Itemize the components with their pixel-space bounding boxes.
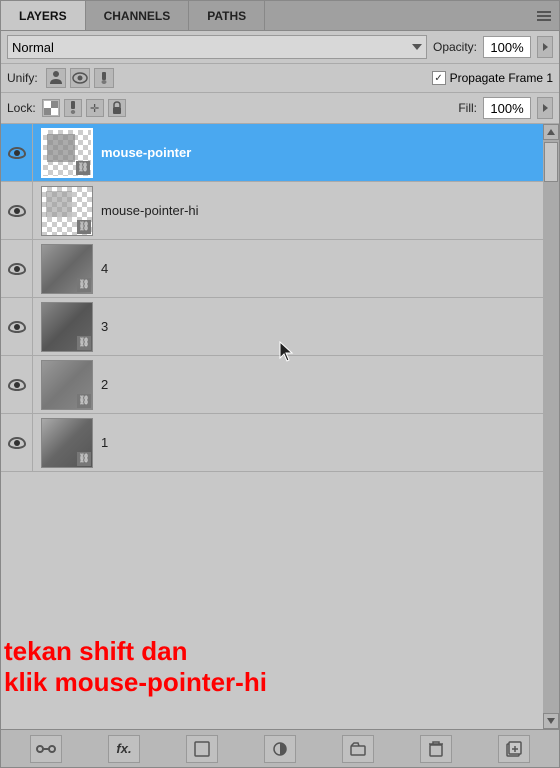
propagate-section: ✓ Propagate Frame 1 — [432, 71, 553, 85]
blend-row: Normal Opacity: 100% — [1, 31, 559, 64]
new-layer-button[interactable] — [498, 735, 530, 763]
unify-label: Unify: — [7, 71, 38, 85]
layer-item[interactable]: ⛓ 2 — [1, 356, 543, 414]
layer-visibility-toggle[interactable] — [1, 298, 33, 356]
unify-brush-icon[interactable] — [94, 68, 114, 88]
new-group-button[interactable] — [342, 735, 374, 763]
layer-item[interactable]: ⛓ mouse-pointer — [1, 124, 543, 182]
layer-list-container: ⛓ mouse-pointer ⛓ mouse-pointer-hi — [1, 124, 559, 729]
opacity-input[interactable]: 100% — [483, 36, 531, 58]
link-layers-button[interactable] — [30, 735, 62, 763]
tab-layers[interactable]: LAYERS — [1, 1, 86, 30]
eye-pupil — [14, 382, 20, 388]
fill-arrow-icon — [543, 104, 548, 112]
layer-thumbnail: ⛓ — [41, 360, 93, 410]
fill-input[interactable]: 100% — [483, 97, 531, 119]
layer-link-icon: ⛓ — [77, 220, 91, 234]
panel-menu-icon[interactable] — [537, 9, 553, 23]
delete-layer-button[interactable] — [420, 735, 452, 763]
layer-visibility-toggle[interactable] — [1, 240, 33, 298]
eye-pupil — [14, 266, 20, 272]
bottom-toolbar: fx. — [1, 729, 559, 767]
layer-link-icon: ⛓ — [76, 161, 90, 175]
blend-mode-dropdown[interactable]: Normal — [7, 35, 427, 59]
layer-thumbnail: ⛓ — [41, 128, 93, 178]
layer-name: 3 — [101, 319, 543, 334]
layer-link-icon: ⛓ — [77, 394, 91, 408]
unify-eye-icon[interactable] — [70, 68, 90, 88]
adjustment-layer-button[interactable] — [264, 735, 296, 763]
layer-visibility-toggle[interactable] — [1, 356, 33, 414]
fill-label: Fill: — [458, 101, 477, 115]
eye-pupil — [14, 150, 20, 156]
fill-section: Fill: 100% — [458, 97, 553, 119]
layer-link-icon: ⛓ — [77, 278, 91, 292]
layer-name: mouse-pointer-hi — [101, 203, 543, 218]
propagate-label: Propagate Frame 1 — [450, 71, 553, 85]
layer-link-icon: ⛓ — [77, 452, 91, 466]
eye-pupil — [14, 324, 20, 330]
dropdown-arrow-icon — [412, 44, 422, 50]
opacity-arrow-icon — [543, 43, 548, 51]
layer-thumbnail: ⛓ — [41, 244, 93, 294]
layer-thumbnail: ⛓ — [41, 186, 93, 236]
layer-thumbnail: ⛓ — [41, 302, 93, 352]
unify-row: Unify: ✓ Propagate Frame 1 — [1, 64, 559, 93]
layer-item[interactable]: ⛓ 3 — [1, 298, 543, 356]
new-fill-layer-button[interactable] — [186, 735, 218, 763]
layer-visibility-toggle[interactable] — [1, 124, 33, 182]
propagate-checkbox[interactable]: ✓ — [432, 71, 446, 85]
layer-name: mouse-pointer — [101, 145, 543, 160]
eye-icon — [8, 437, 26, 449]
layer-name: 1 — [101, 435, 543, 450]
layer-item[interactable]: ⛓ 4 — [1, 240, 543, 298]
layer-item[interactable]: ⛓ mouse-pointer-hi — [1, 182, 543, 240]
fx-button[interactable]: fx. — [108, 735, 140, 763]
tab-channels[interactable]: CHANNELS — [86, 1, 190, 30]
opacity-label: Opacity: — [433, 40, 477, 54]
scrollbar — [543, 124, 559, 729]
lock-move-icon[interactable]: ✛ — [86, 99, 104, 117]
opacity-arrow-button[interactable] — [537, 36, 553, 58]
scroll-thumb[interactable] — [544, 142, 558, 182]
eye-pupil — [14, 208, 20, 214]
eye-icon — [8, 263, 26, 275]
lock-padlock-icon[interactable] — [108, 99, 126, 117]
eye-pupil — [14, 440, 20, 446]
eye-icon — [8, 147, 26, 159]
unify-person-icon[interactable] — [46, 68, 66, 88]
svg-text:✛: ✛ — [90, 103, 99, 115]
layer-item[interactable]: ⛓ 1 — [1, 414, 543, 472]
scroll-down-button[interactable] — [543, 713, 559, 729]
lock-checker-icon[interactable] — [42, 99, 60, 117]
layer-visibility-toggle[interactable] — [1, 414, 33, 472]
tab-paths[interactable]: PATHS — [189, 1, 265, 30]
eye-icon — [8, 321, 26, 333]
layer-list: ⛓ mouse-pointer ⛓ mouse-pointer-hi — [1, 124, 543, 729]
fill-arrow-button[interactable] — [537, 97, 553, 119]
layer-name: 2 — [101, 377, 543, 392]
lock-brush-icon[interactable] — [64, 99, 82, 117]
layers-panel: LAYERS CHANNELS PATHS Normal Opacity: 10… — [0, 0, 560, 768]
tab-row: LAYERS CHANNELS PATHS — [1, 1, 559, 31]
layer-name: 4 — [101, 261, 543, 276]
scroll-up-button[interactable] — [543, 124, 559, 140]
layer-thumbnail: ⛓ — [41, 418, 93, 468]
eye-icon — [8, 205, 26, 217]
layer-visibility-toggle[interactable] — [1, 182, 33, 240]
layer-link-icon: ⛓ — [77, 336, 91, 350]
lock-label: Lock: — [7, 101, 36, 115]
lock-row: Lock: ✛ Fill: — [1, 93, 559, 124]
eye-icon — [8, 379, 26, 391]
